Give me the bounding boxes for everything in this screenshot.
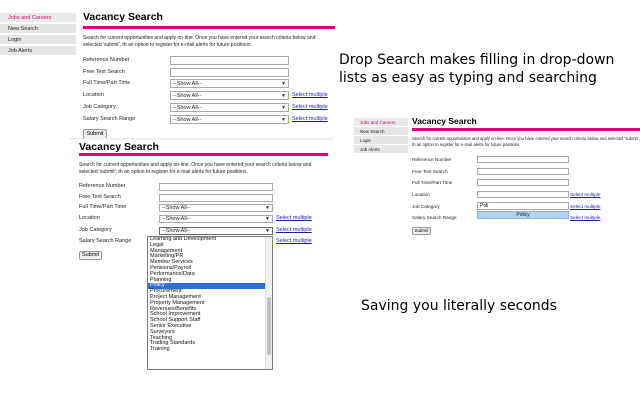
label-reference-number: Reference Number <box>83 57 130 63</box>
dropdown-option[interactable]: Training <box>148 346 272 353</box>
nav-item-login[interactable]: Login <box>0 35 76 45</box>
full-time-part-time-select[interactable]: --Show All-- ▼ <box>159 204 273 212</box>
chevron-down-icon: ▼ <box>265 228 270 234</box>
headline-caption: Drop Search makes filling in drop-down l… <box>339 52 615 86</box>
job-category-select-multiple-link[interactable]: Select multiple <box>570 204 600 209</box>
chevron-down-icon: ▼ <box>265 216 270 222</box>
select-value: --Show All-- <box>173 92 202 99</box>
title-underline <box>79 153 328 156</box>
salary-select-multiple-link[interactable]: Select multiple <box>276 238 312 244</box>
tagline-caption: Saving you literally seconds <box>361 298 557 314</box>
reference-number-input[interactable] <box>170 56 289 65</box>
label-salary-search-range: Salary Search Range <box>412 215 457 220</box>
label-full-time-part-time: Full Time/Part Time <box>412 180 453 185</box>
chevron-down-icon: ▼ <box>265 205 270 211</box>
label-reference-number: Reference Number <box>412 157 452 162</box>
reference-number-input[interactable] <box>159 183 273 191</box>
typed-text: Poli <box>480 203 489 209</box>
label-job-category: Job Category <box>83 104 116 110</box>
free-text-search-input[interactable] <box>477 168 569 175</box>
full-time-part-time-select[interactable]: --Show All-- ▼ <box>170 79 289 88</box>
job-category-dropdown-list[interactable]: Learning and Development Legal Management M… <box>147 236 273 370</box>
location-select-multiple-link[interactable]: Select multiple <box>292 92 328 98</box>
free-text-search-input[interactable] <box>170 68 289 77</box>
chevron-down-icon: ▼ <box>281 80 286 87</box>
nav-item-new-search[interactable]: New Search <box>0 24 76 34</box>
label-location: Location <box>79 215 100 221</box>
submit-button[interactable]: Submit <box>412 227 431 235</box>
select-value: --Show All-- <box>173 116 202 123</box>
page-title: Vacancy Search <box>83 11 163 23</box>
select-value: --Show All-- <box>162 205 191 211</box>
label-salary-search-range: Salary Search Range <box>83 116 136 122</box>
nav-item-jobs-and-careers[interactable]: Jobs and Careers <box>0 13 76 23</box>
select-value: --Show All-- <box>173 104 202 111</box>
submit-button[interactable]: Submit <box>79 251 102 260</box>
chevron-down-icon: ▼ <box>281 92 286 99</box>
label-free-text-search: Free Text Search <box>83 69 125 75</box>
search-suggestion[interactable]: Policy <box>477 211 569 219</box>
label-full-time-part-time: Full Time/Part Time <box>79 204 127 210</box>
title-underline <box>83 26 335 29</box>
label-full-time-part-time: Full Time/Part Time <box>83 80 131 86</box>
label-free-text-search: Free Text Search <box>79 194 121 200</box>
intro-text: Search for current opportunities and app… <box>412 136 640 148</box>
location-select[interactable]: --Show All-- ▼ <box>159 215 273 223</box>
label-free-text-search: Free Text Search <box>412 169 448 174</box>
free-text-search-input[interactable] <box>159 194 273 202</box>
location-select-multiple-link[interactable]: Select multiple <box>570 192 600 197</box>
reference-number-input[interactable] <box>477 156 569 163</box>
salary-select-multiple-link[interactable]: Select multiple <box>570 215 600 220</box>
label-job-category: Job Category <box>412 204 440 209</box>
select-value: --Show All-- <box>162 216 191 222</box>
label-location: Location <box>412 192 430 197</box>
select-value: --Show All-- <box>162 228 191 234</box>
job-category-select-multiple-link[interactable]: Select multiple <box>276 227 312 233</box>
sidebar-nav: Jobs and Careers New Search Login Job Al… <box>0 13 76 57</box>
chevron-down-icon: ▼ <box>281 104 286 111</box>
intro-text: Search for current opportunities and app… <box>79 162 312 176</box>
salary-select-multiple-link[interactable]: Select multiple <box>292 116 328 122</box>
label-job-category: Job Category <box>79 227 112 233</box>
page-title: Vacancy Search <box>79 141 159 153</box>
select-value: --Show All-- <box>173 80 202 87</box>
dropdown-scrollbar[interactable] <box>265 237 272 369</box>
job-category-select[interactable]: --Show All-- ▼ <box>170 103 289 112</box>
nav-item-new-search[interactable]: New Search <box>354 127 408 136</box>
page-title: Vacancy Search <box>412 116 477 126</box>
scrollbar-thumb[interactable] <box>267 297 271 355</box>
label-location: Location <box>83 92 104 98</box>
chevron-down-icon: ▼ <box>281 116 286 123</box>
title-underline <box>412 128 640 131</box>
sidebar-nav: Jobs and Careers New Search Login Job Al… <box>354 118 408 154</box>
location-select-multiple-link[interactable]: Select multiple <box>276 215 312 221</box>
location-select[interactable]: --Show All-- ▼ <box>170 91 289 100</box>
dropdown-options: Learning and Development Legal Management M… <box>148 237 272 353</box>
nav-item-job-alerts[interactable]: Job Alerts <box>354 145 408 154</box>
intro-text: Search for current opportunities and app… <box>83 35 316 49</box>
salary-search-range-select[interactable]: --Show All-- ▼ <box>170 115 289 124</box>
location-select[interactable] <box>477 191 569 198</box>
job-category-search-input[interactable]: Poli <box>477 202 569 210</box>
nav-item-login[interactable]: Login <box>354 136 408 145</box>
label-salary-search-range: Salary Search Range <box>79 238 132 244</box>
full-time-part-time-select[interactable] <box>477 179 569 186</box>
nav-item-job-alerts[interactable]: Job Alerts <box>0 46 76 56</box>
job-category-select-multiple-link[interactable]: Select multiple <box>292 104 328 110</box>
nav-item-jobs-and-careers[interactable]: Jobs and Careers <box>354 118 408 127</box>
label-reference-number: Reference Number <box>79 183 126 189</box>
job-category-select[interactable]: --Show All-- ▼ <box>159 227 273 235</box>
